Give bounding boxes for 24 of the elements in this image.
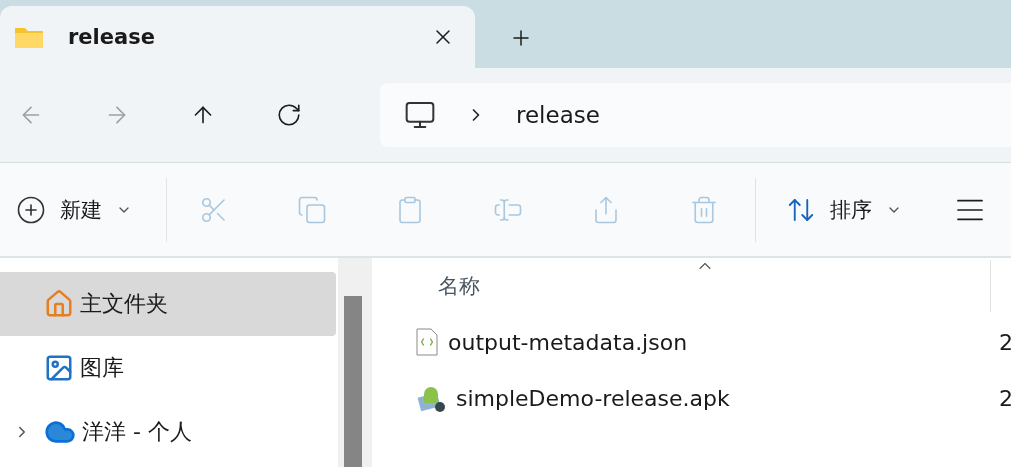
refresh-icon	[276, 102, 302, 128]
scrollbar-thumb[interactable]	[344, 296, 362, 467]
gallery-icon	[44, 353, 74, 383]
table-cell: 2	[999, 385, 1011, 411]
tab-title: release	[68, 25, 156, 49]
table-cell: 2	[999, 329, 1011, 355]
file-name[interactable]: output-metadata.json	[448, 329, 984, 355]
column-header[interactable]: 名称	[438, 272, 988, 300]
json-file-icon	[416, 328, 438, 356]
new-button[interactable]: 新建	[12, 190, 136, 229]
plus-circle-icon	[16, 194, 46, 225]
sidebar-item[interactable]: 图库	[0, 336, 336, 400]
sidebar-item[interactable]: 洋洋 - 个人	[0, 400, 336, 464]
tab[interactable]: release	[0, 6, 475, 68]
trash-icon	[689, 194, 719, 225]
address-bar[interactable]: release	[380, 83, 1011, 147]
file-name[interactable]: simpleDemo-release.apk	[456, 385, 992, 411]
computer-icon	[404, 99, 436, 131]
path-segment[interactable]: release	[516, 102, 600, 128]
home-icon	[44, 289, 74, 319]
copy-icon	[297, 194, 327, 225]
sidebar-item[interactable]: 主文件夹	[0, 272, 336, 336]
folder-icon	[14, 25, 44, 49]
sort-button[interactable]: 排序	[782, 190, 906, 229]
